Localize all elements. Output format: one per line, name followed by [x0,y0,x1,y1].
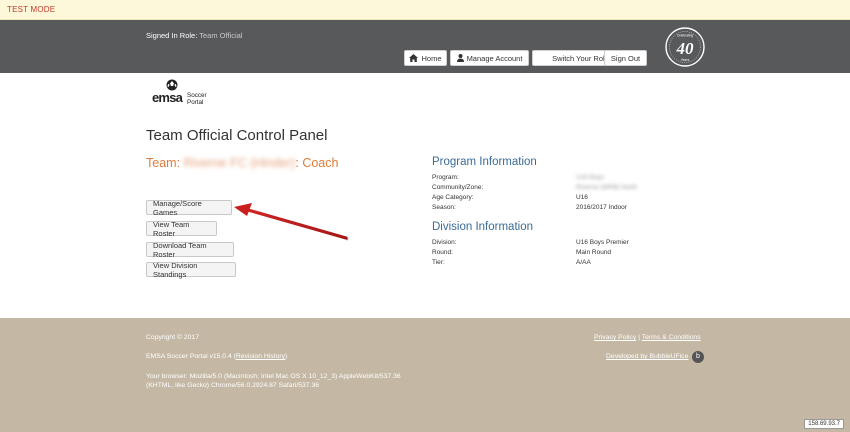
anniversary-line2: Years [681,58,690,62]
view-division-standings-button[interactable]: View Division Standings [146,261,236,279]
community-zone-label: Community/Zone: [432,184,484,191]
home-label: Home [421,53,442,63]
privacy-policy-link[interactable]: Privacy Policy [594,334,636,341]
test-mode-label: TEST MODE [7,5,56,14]
community-zone-value-redacted: Riverne (WRB) North [576,184,638,191]
program-value-redacted: U16 Boys [576,174,605,181]
role-label: Signed In Role: [146,31,198,40]
browser-info-line2: (KHTML, like Gecko) Chrome/56.0.2924.87 … [146,382,320,389]
page-title: Team Official Control Panel [146,127,328,144]
revision-history-link[interactable]: Revision History [236,353,285,360]
developer-logo-icon: b [692,351,704,363]
anniversary-badge: Celebrating 40 Years [665,27,705,67]
footer: Copyright © 2017 EMSA Soccer Portal v15.… [0,318,850,432]
manage-score-games-button[interactable]: Manage/Score Games [146,199,232,217]
switch-role-label: Switch Your Role [552,53,609,63]
ip-address-badge: 158.69.93.7 [804,419,844,429]
logo-word: emsa [152,90,184,105]
team-prefix: Team: [146,156,181,170]
copyright-text: Copyright © 2017 [146,334,199,341]
emsa-logo: emsa Soccer Portal [152,79,207,106]
division-label: Division: [432,239,457,246]
manage-account-label: Manage Account [466,53,523,63]
program-label: Program: [432,174,459,181]
terms-conditions-link[interactable]: Terms & Conditions [642,334,701,341]
footer-link-separator: | [638,334,640,341]
season-value: 2016/2017 Indoor [576,204,627,211]
age-category-value: U16 [576,194,588,201]
version-text: EMSA Soccer Portal v15.0.4 (Revision His… [146,353,287,360]
age-category-label: Age Category: [432,194,474,201]
view-team-roster-button[interactable]: View Team Roster [146,220,217,238]
anniversary-line1: Celebrating [677,34,694,38]
role-value: Team Official [199,31,243,40]
team-name-redacted: Riverne FC (Hinder) [183,156,296,170]
footer-links: Privacy Policy | Terms & Conditions [594,334,701,341]
home-icon [409,54,419,62]
division-information-heading: Division Information [432,221,533,233]
sign-out-button[interactable]: Sign Out [604,50,647,66]
tier-label: Tier: [432,259,445,266]
test-mode-banner: TEST MODE [0,0,850,20]
season-label: Season: [432,204,456,211]
logo-line2: Portal [187,99,203,106]
home-button[interactable]: Home [404,50,447,66]
download-team-roster-button[interactable]: Download Team Roster [146,241,234,259]
anniversary-number: 40 [676,39,695,58]
division-value: U16 Boys Premier [576,239,629,246]
developed-by-label: Developed by BubbleUFice [606,353,689,360]
sign-out-label: Sign Out [610,53,641,63]
manage-account-button[interactable]: Manage Account [450,50,529,66]
developed-by-link[interactable]: Developed by BubbleUFice [606,353,688,360]
top-header: Signed In Role: Team Official Home Manag… [0,20,850,73]
round-value: Main Round [576,249,612,256]
red-annotation-arrow [234,203,349,241]
signed-in-role: Signed In Role: Team Official [146,31,242,40]
version-suffix: ) [285,353,288,360]
logo-line1: Soccer [187,92,207,99]
browser-info-line1: Your browser: Mozilla/5.0 (Macintosh; In… [146,373,401,380]
user-icon [456,54,464,62]
program-information-heading: Program Information [432,156,537,168]
tier-value: A/AA [576,259,591,266]
team-heading: Team: Riverne FC (Hinder): Coach [146,156,338,170]
team-role-suffix: : Coach [295,156,339,170]
round-label: Round: [432,249,453,256]
version-prefix: EMSA Soccer Portal v15.0.4 ( [146,353,236,360]
